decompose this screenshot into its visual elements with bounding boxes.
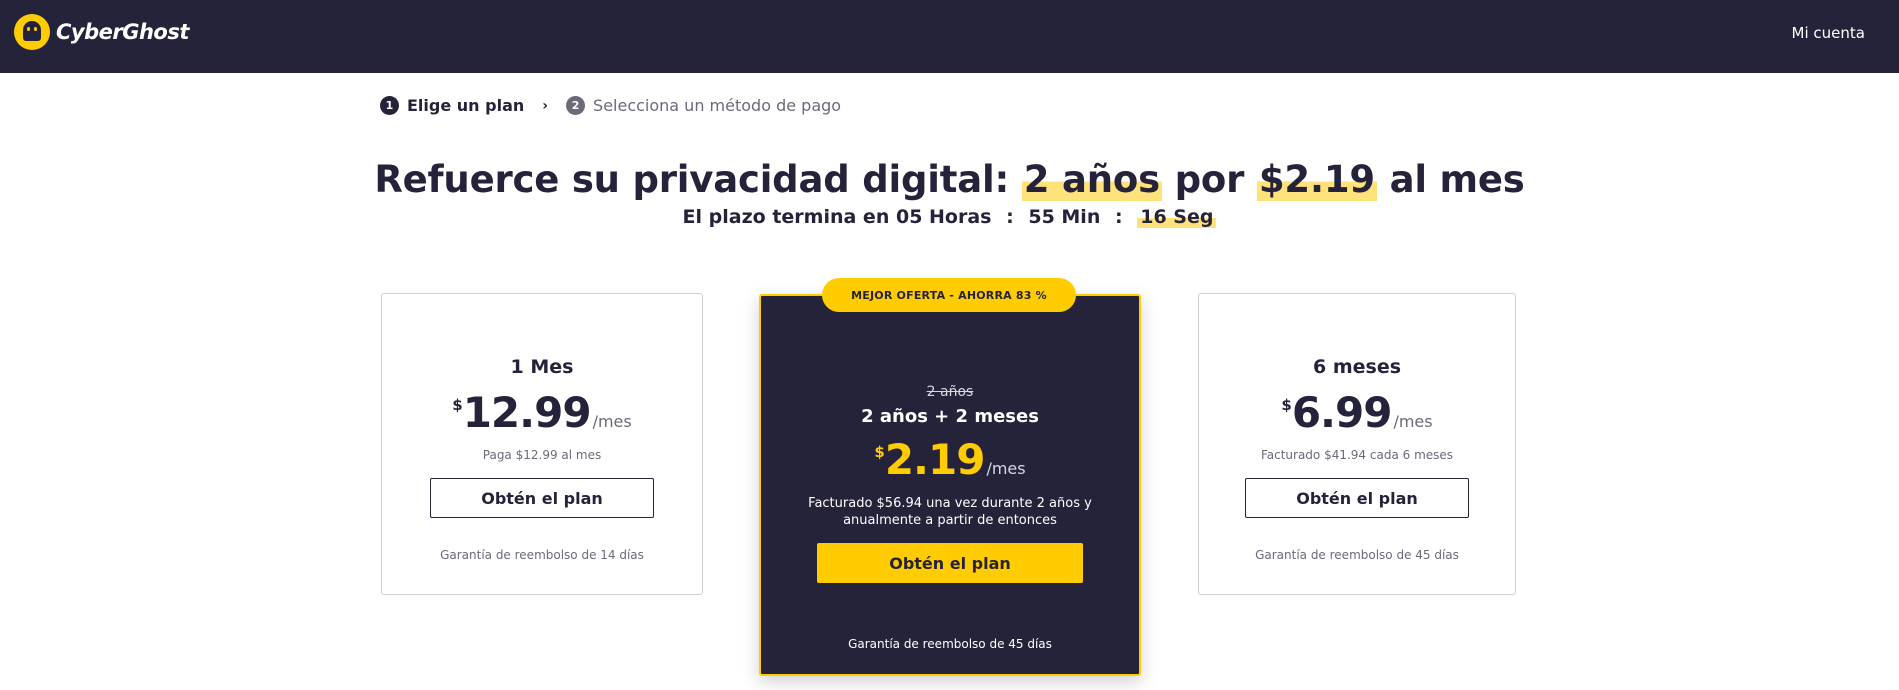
timer-minutes: 55 Min [1028,206,1101,228]
price-period: /mes [1393,412,1433,431]
price-period: /mes [592,412,632,431]
best-offer-badge: MEJOR OFERTA - AHORRA 83 % [822,278,1076,312]
billing-note: Paga $12.99 al mes [482,448,602,462]
checkout-steps: 1 Elige un plan › 2 Selecciona un método… [380,96,841,115]
money-back-guarantee: Garantía de reembolso de 45 días [848,637,1052,651]
timer-hours: 05 Horas [895,206,992,228]
headline-mid: por [1174,158,1245,201]
ghost-logo-icon [14,14,50,50]
headline-price: $2.19 [1256,158,1377,201]
plan-title: 1 Mes [510,356,574,378]
step-label: Elige un plan [407,96,525,115]
timer-label: El plazo termina en [682,206,890,228]
get-plan-button-6-months[interactable]: Obtén el plan [1245,478,1469,518]
price-currency: $ [874,443,885,461]
plan-title: 2 años + 2 meses [861,406,1039,427]
page-headline: Refuerce su privacidad digital: 2 años p… [0,158,1899,201]
headline-prefix: Refuerce su privacidad digital: [374,158,1010,201]
my-account-link[interactable]: Mi cuenta [1792,24,1865,42]
countdown-timer: El plazo termina en 05 Horas : 55 Min : … [0,206,1899,228]
plan-card-1-month: 1 Mes $ 12.99 /mes Paga $12.99 al mes Ob… [381,293,703,595]
chevron-right-icon: › [542,97,549,114]
price-amount: 6.99 [1291,388,1393,437]
price-amount: 2.19 [884,435,986,484]
timer-colon: : [1006,206,1014,228]
get-plan-button-2-years[interactable]: Obtén el plan [817,543,1083,583]
plan-title: 6 meses [1312,356,1402,378]
timer-seconds: 16 Seg [1137,206,1217,228]
price-currency: $ [1281,396,1292,414]
billing-note: Facturado $56.94 una vez durante 2 años … [808,496,1092,528]
step-number: 2 [566,96,586,115]
plan-card-6-months: 6 meses $ 6.99 /mes Facturado $41.94 cad… [1198,293,1516,595]
plan-price: $ 2.19 /mes [761,439,1139,481]
brand-name: CyberGhost [56,20,189,44]
headline-suffix: al mes [1389,158,1525,201]
plan-price: $ 6.99 /mes [1199,392,1515,434]
billing-note: Facturado $41.94 cada 6 meses [1260,448,1454,462]
headline-term: 2 años [1021,158,1162,201]
money-back-guarantee: Garantía de reembolso de 14 días [440,548,644,562]
step-label: Selecciona un método de pago [593,96,842,115]
money-back-guarantee: Garantía de reembolso de 45 días [1255,548,1459,562]
price-currency: $ [452,396,463,414]
price-amount: 12.99 [462,388,592,437]
step-payment-method: 2 Selecciona un método de pago [566,96,841,115]
top-navigation-bar: CyberGhost Mi cuenta [0,0,1899,73]
original-term-strikethrough: 2 años [926,384,974,400]
brand-logo[interactable]: CyberGhost [14,14,189,50]
step-number: 1 [380,96,399,115]
step-choose-plan: 1 Elige un plan [380,96,524,115]
timer-colon: : [1114,206,1123,228]
get-plan-button-1-month[interactable]: Obtén el plan [430,478,654,518]
price-period: /mes [986,459,1026,478]
plan-price: $ 12.99 /mes [382,392,702,434]
plan-card-2-years: 2 años 2 años + 2 meses $ 2.19 /mes Fact… [759,294,1141,676]
